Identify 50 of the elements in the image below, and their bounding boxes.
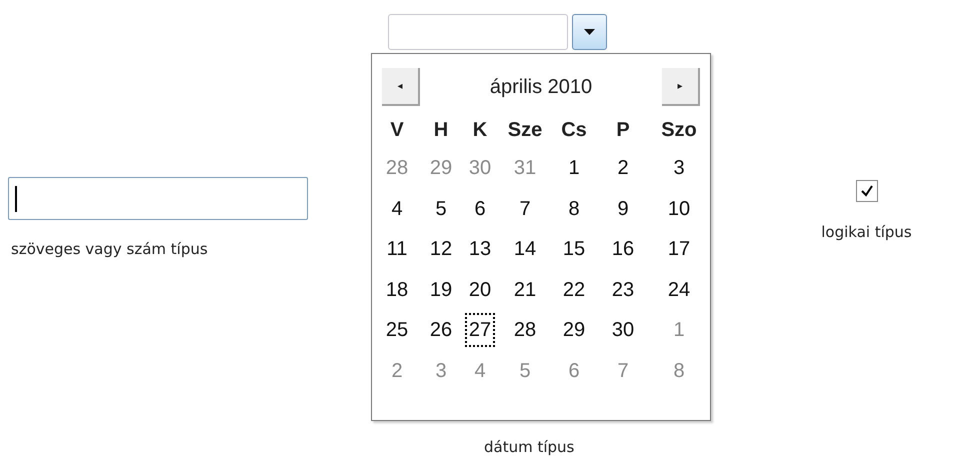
checkbox[interactable] (856, 180, 878, 202)
calendar-day[interactable]: 2 (613, 151, 633, 186)
calendar-day[interactable]: 12 (426, 232, 456, 266)
checkmark-icon (860, 185, 874, 197)
previous-month-button[interactable]: ◂ (382, 68, 420, 106)
calendar-day[interactable]: 7 (515, 192, 535, 226)
calendar-day[interactable]: 14 (510, 232, 540, 266)
weekday-header: V (389, 118, 405, 143)
calendar-day[interactable]: 28 (510, 313, 540, 348)
weekday-header: P (615, 118, 631, 143)
caret-icon (584, 29, 595, 35)
calendar-day[interactable]: 3 (669, 151, 689, 186)
weekday-header: H (432, 118, 450, 143)
text-cursor-icon (15, 186, 17, 212)
date-input-field[interactable] (388, 14, 568, 50)
calendar-day[interactable]: 23 (608, 272, 638, 307)
calendar-day[interactable]: 9 (613, 192, 633, 226)
calendar-day[interactable]: 20 (464, 272, 496, 307)
calendar-day[interactable]: 1 (564, 151, 584, 186)
calendar-day[interactable]: 26 (426, 313, 456, 348)
dropdown-button[interactable] (572, 14, 607, 50)
calendar-day[interactable]: 11 (382, 232, 412, 266)
calendar-day[interactable]: 17 (664, 232, 694, 266)
calendar-day[interactable]: 13 (464, 232, 496, 266)
calendar-day[interactable]: 22 (558, 272, 590, 307)
calendar-day[interactable]: 24 (664, 272, 694, 307)
calendar-day[interactable]: 10 (664, 192, 694, 226)
month-title: április 2010 (490, 75, 592, 100)
checkbox-label: logikai típus (821, 222, 912, 243)
field-label: szöveges vagy szám típus (11, 239, 208, 260)
calendar-day[interactable]: 8 (564, 192, 584, 226)
calendar-day[interactable]: 29 (558, 313, 590, 348)
calendar-day[interactable]: 30 (608, 313, 638, 348)
weekday-header: K (472, 118, 488, 143)
next-month-button[interactable]: ▸ (662, 68, 700, 106)
calendar-day[interactable]: 25 (382, 313, 412, 348)
calendar-day[interactable]: 5 (431, 192, 451, 226)
weekday-header: Szo (660, 118, 698, 143)
calendar-day[interactable]: 16 (608, 232, 638, 266)
calendar-day[interactable]: 6 (470, 192, 490, 226)
calendar-day[interactable]: 4 (387, 192, 407, 226)
field-label: dátum típus (484, 437, 574, 458)
calendar-day[interactable]: 15 (558, 232, 590, 266)
weekday-header: Sze (506, 118, 544, 143)
calendar-day[interactable]: 27 (464, 313, 496, 348)
text-input-field[interactable] (8, 177, 308, 220)
calendar-day[interactable]: 19 (426, 272, 456, 307)
calendar-day[interactable]: 21 (510, 272, 540, 307)
weekday-header: Cs (560, 118, 588, 143)
calendar-day[interactable]: 18 (382, 272, 412, 307)
